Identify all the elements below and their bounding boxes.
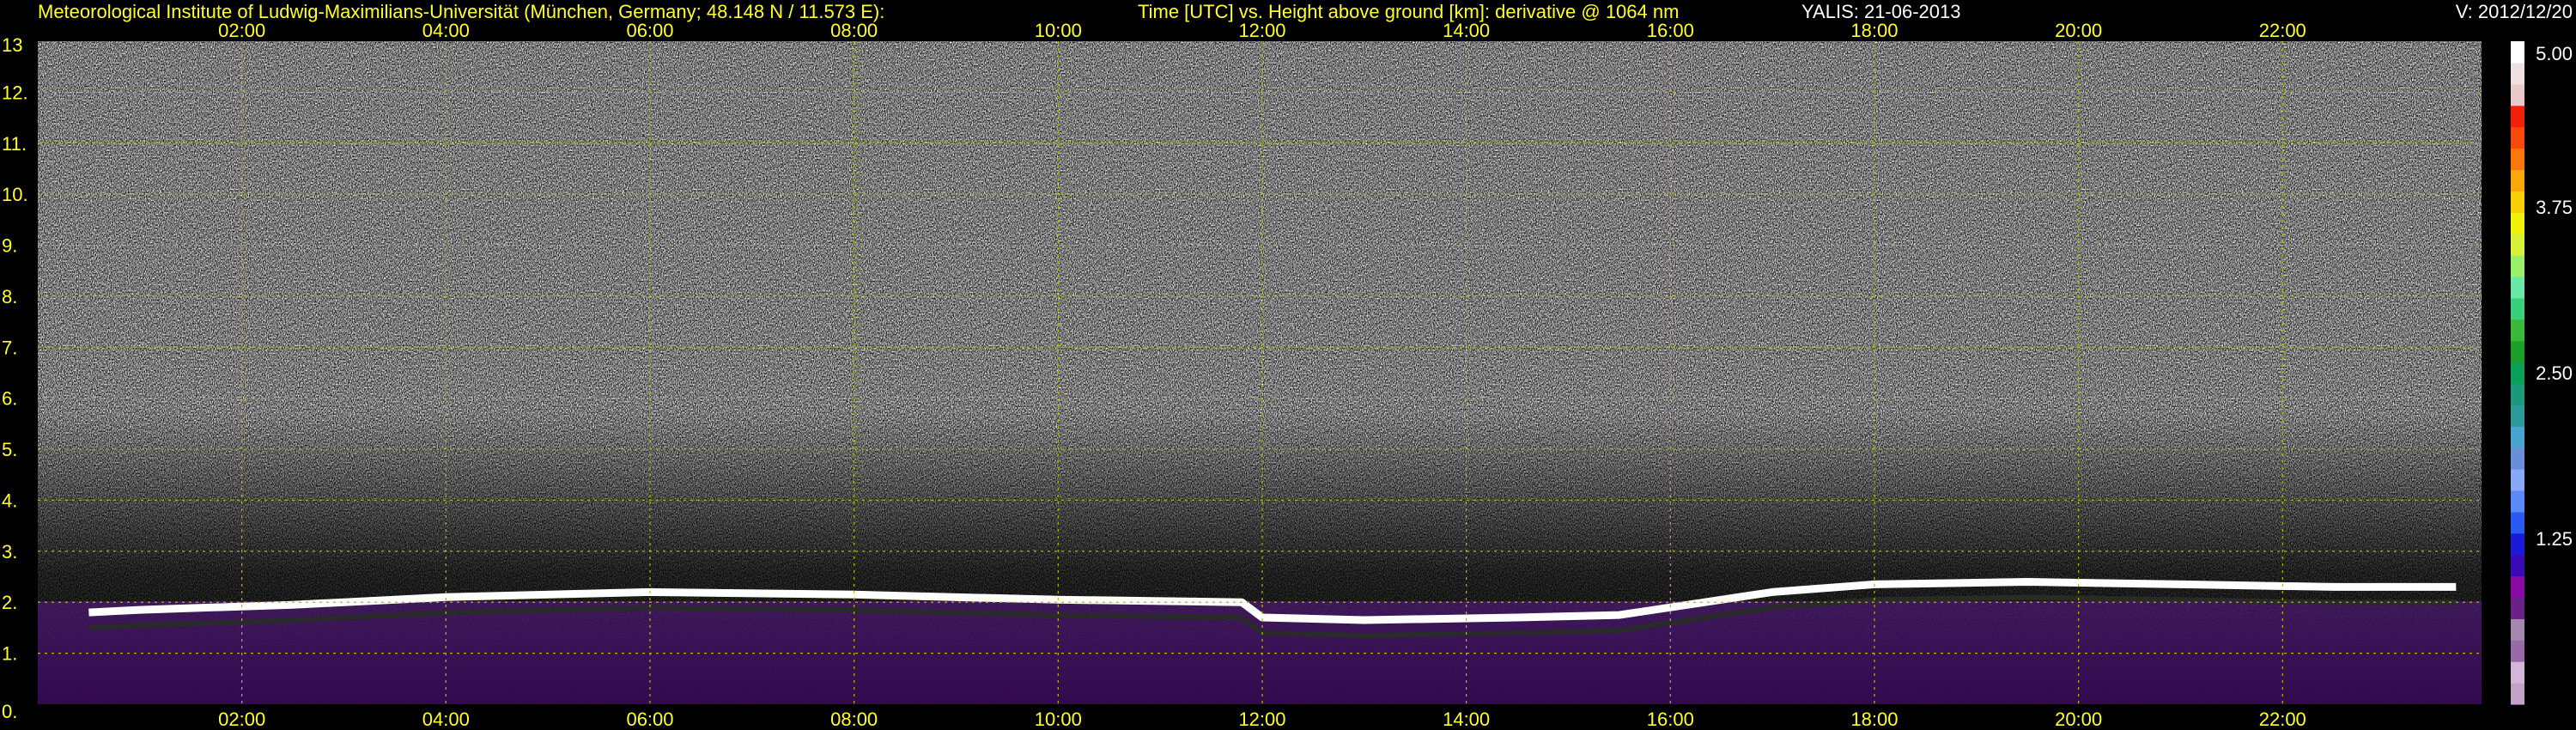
colorbar-segment [2511,532,2524,556]
y-tick-label: 3. [2,541,17,563]
x-tick-label-top: 02:00 [218,20,265,41]
colorbar-segment [2511,105,2524,128]
x-tick-label-bottom: 20:00 [2055,709,2102,730]
x-axis-bottom: 02:00 04:00 06:00 08:00 10:00 12:00 14:00 16:00… [218,709,2306,730]
colorbar-tick-label: 2.50 [2536,362,2573,384]
version-label: V: 2012/12/20 [2456,1,2573,22]
colorbar-segment [2511,511,2524,534]
colorbar-segment [2511,469,2524,491]
colorbar-segment [2511,191,2524,213]
x-tick-label-bottom: 12:00 [1238,709,1285,730]
colorbar-segment [2511,426,2524,448]
y-tick-label: 12. [2,82,28,103]
colorbar-segment [2511,575,2524,599]
y-tick-label: 9. [2,235,17,257]
colorbar-segment [2511,597,2524,619]
x-tick-label-bottom: 18:00 [1850,709,1898,730]
y-tick-label: 7. [2,337,17,358]
colorbar: 1.25 2.50 3.75 5.00 [2511,41,2573,705]
colorbar-tick-label: 5.00 [2536,43,2573,64]
colorbar-segment [2511,661,2524,684]
x-tick-label-top: 16:00 [1647,20,1694,41]
y-tick-label: 11. [2,133,27,155]
description-label: Time [UTC] vs. Height above ground [km]:… [1138,1,1679,22]
colorbar-segment [2511,490,2524,513]
x-tick-label-bottom: 04:00 [422,709,470,730]
colorbar-segment [2511,618,2524,641]
colorbar-segment [2511,62,2524,85]
x-tick-label-top: 04:00 [422,20,470,41]
colorbar-segment [2511,148,2524,171]
y-tick-label: 2. [2,592,17,613]
colorbar-segment [2511,169,2524,192]
x-tick-label-bottom: 06:00 [626,709,673,730]
colorbar-segment [2511,640,2524,662]
y-tick-label: 0. [2,701,17,722]
x-tick-label-bottom: 10:00 [1035,709,1082,730]
colorbar-segment [2511,212,2524,234]
colorbar-segment [2511,41,2524,64]
x-tick-label-bottom: 02:00 [218,709,265,730]
y-tick-label: 10. [2,184,28,205]
x-tick-label-top: 12:00 [1238,20,1285,41]
colorbar-segment [2511,340,2524,363]
colorbar-segment [2511,383,2524,405]
colorbar-segment [2511,405,2524,427]
lidar-chart: Meteorological Institute of Ludwig-Maxim… [2,1,2573,730]
y-tick-label: 5. [2,439,17,460]
x-tick-label-top: 14:00 [1443,20,1490,41]
x-tick-label-top: 10:00 [1035,20,1082,41]
colorbar-segment [2511,362,2524,385]
colorbar-segment [2511,83,2524,106]
x-tick-label-bottom: 08:00 [830,709,878,730]
colorbar-tick-label: 1.25 [2536,528,2573,550]
colorbar-segment [2511,255,2524,277]
x-tick-label-bottom: 14:00 [1443,709,1490,730]
x-axis-top: 02:00 04:00 06:00 08:00 10:00 12:00 14:00 16:00… [218,20,2306,41]
colorbar-segment [2511,319,2524,342]
y-tick-label: 4. [2,490,17,511]
colorbar-segment [2511,276,2524,299]
colorbar-segment [2511,683,2524,705]
x-tick-label-top: 08:00 [830,20,878,41]
colorbar-segment [2511,297,2524,320]
colorbar-segment [2511,234,2524,256]
x-tick-label-top: 22:00 [2259,20,2306,41]
y-tick-label: 1. [2,643,17,665]
x-tick-label-top: 20:00 [2055,20,2102,41]
y-tick-label: 6. [2,388,17,410]
y-tick-label: 8. [2,286,17,307]
x-tick-label-top: 18:00 [1850,20,1898,41]
x-tick-label-bottom: 16:00 [1647,709,1694,730]
colorbar-segment [2511,126,2524,149]
plot-area [38,41,2482,704]
colorbar-segment [2511,447,2524,470]
colorbar-tick-label: 3.75 [2536,197,2573,218]
colorbar-segment [2511,554,2524,577]
y-tick-label: 13 [2,34,22,56]
y-axis: 0. 1. 2. 3. 4. 5. 6. 7. 8. 9. 10. 11. 12. 13 [2,34,28,722]
x-tick-label-bottom: 22:00 [2259,709,2306,730]
x-tick-label-top: 06:00 [626,20,673,41]
